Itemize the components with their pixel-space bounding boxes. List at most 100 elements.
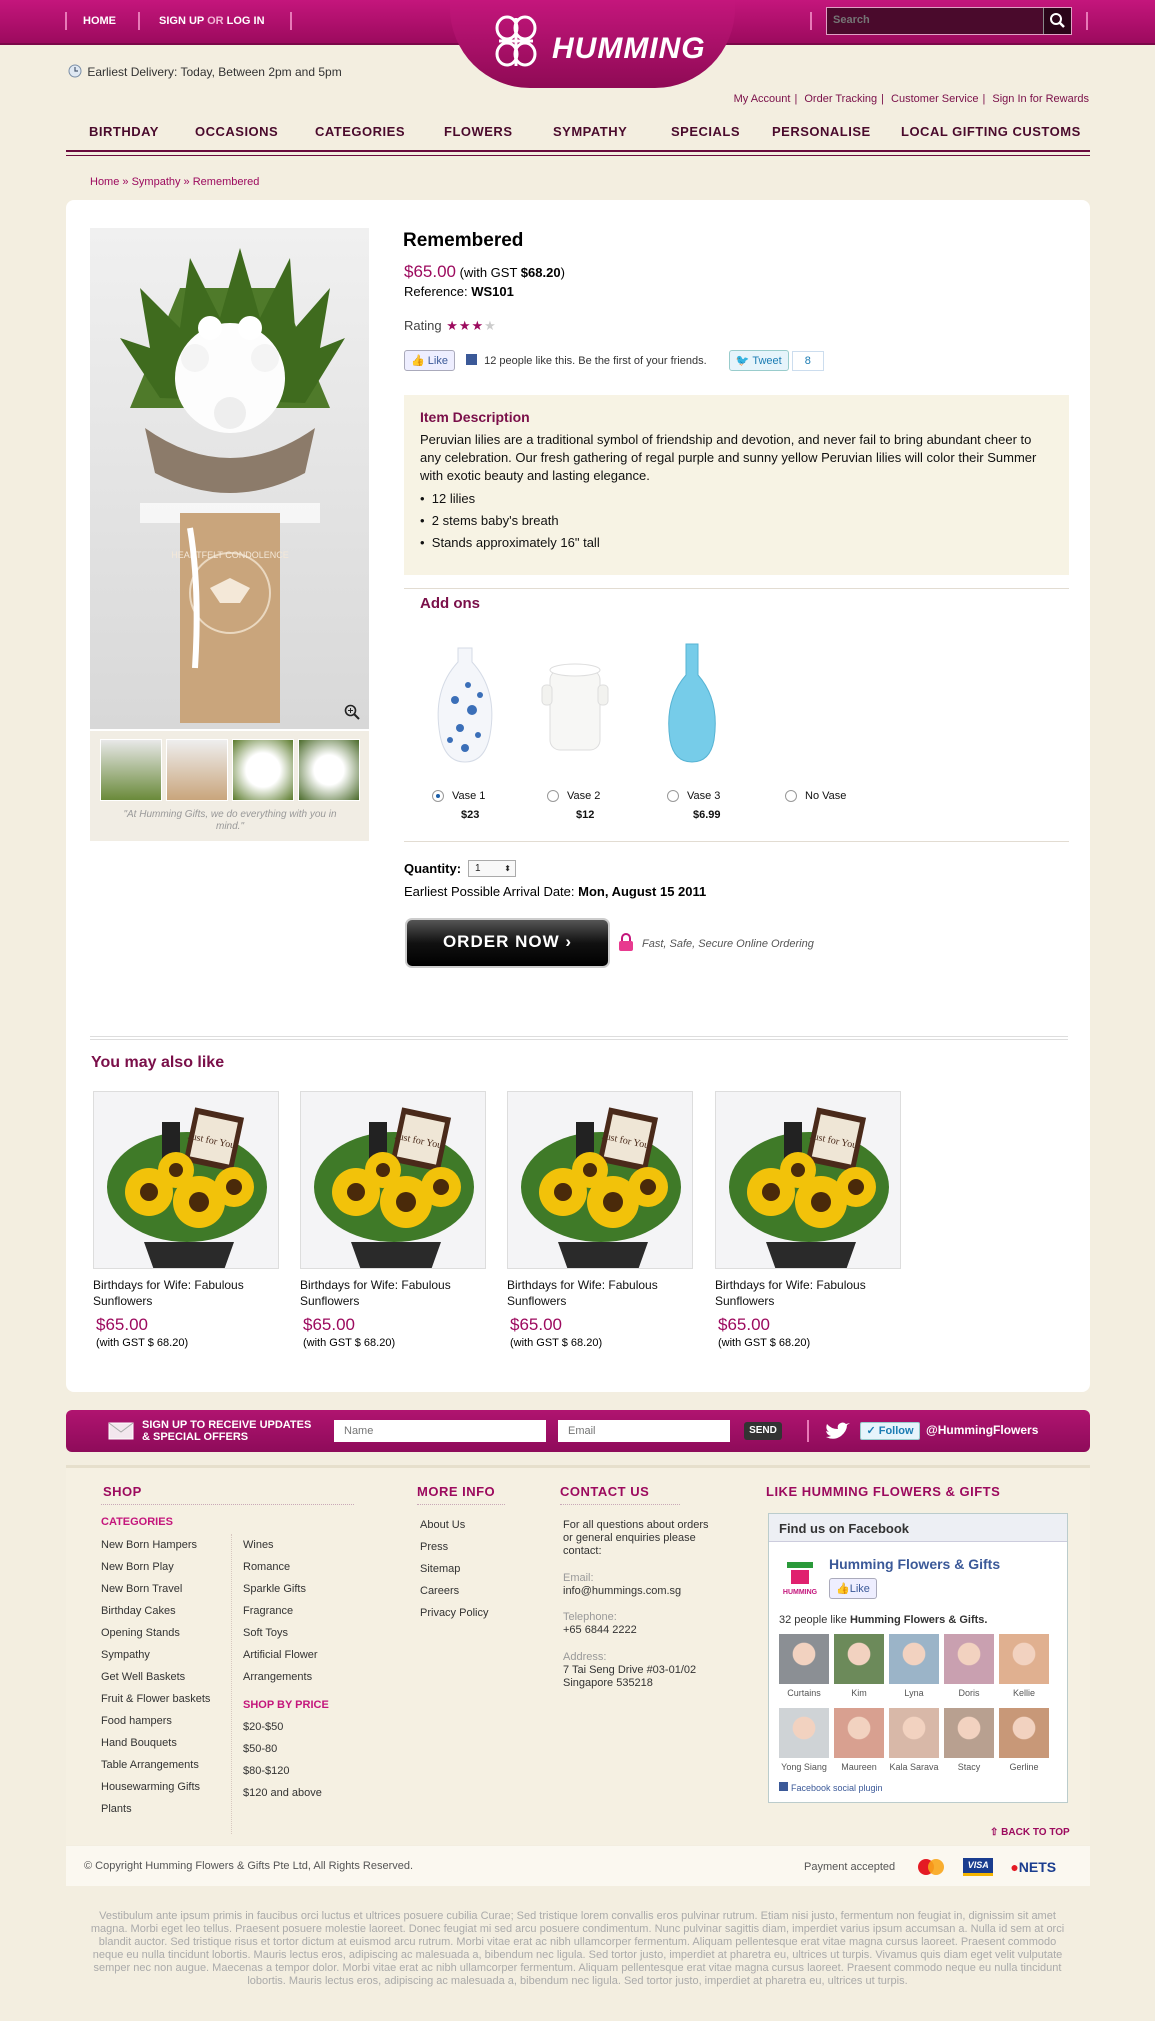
fan-avatar[interactable] (889, 1634, 939, 1684)
footer-category-link[interactable]: Sympathy (101, 1644, 210, 1666)
footer-info-link[interactable]: Sitemap (420, 1558, 488, 1580)
star-icon[interactable]: ★ (484, 318, 496, 334)
nav-sympathy[interactable]: SYMPATHY (553, 124, 627, 139)
footer-category-link[interactable]: Food hampers (101, 1710, 210, 1732)
breadcrumb-home[interactable]: Home (90, 176, 119, 188)
star-icon[interactable]: ★ (472, 318, 484, 334)
footer-info-link[interactable]: Press (420, 1536, 488, 1558)
nav-occasions[interactable]: OCCASIONS (195, 124, 278, 139)
fan-avatar[interactable] (779, 1634, 829, 1684)
product-image[interactable]: HEARTFELT CONDOLENCE (90, 228, 369, 729)
footer-price-link[interactable]: $20-$50 (243, 1716, 322, 1738)
vase-1-image[interactable] (420, 640, 510, 770)
email-input[interactable] (558, 1420, 730, 1442)
recommended-product-image[interactable]: Just for You (715, 1091, 901, 1269)
fan-avatar[interactable] (944, 1634, 994, 1684)
contact-email[interactable]: info@hummings.com.sg (563, 1585, 681, 1598)
fan-avatar[interactable] (834, 1708, 884, 1758)
radio-button[interactable] (432, 790, 444, 803)
recommended-product-image[interactable]: Just for You (93, 1091, 279, 1269)
footer-info-link[interactable]: Careers (420, 1580, 488, 1602)
footer-category-link[interactable]: Soft Toys (243, 1622, 318, 1644)
fan-avatar[interactable] (999, 1634, 1049, 1684)
thumbnail[interactable] (232, 739, 294, 801)
fb-page-name[interactable]: Humming Flowers & Gifts (829, 1556, 1000, 1572)
twitter-handle[interactable]: @HummingFlowers (926, 1423, 1038, 1437)
fan-avatar[interactable] (999, 1708, 1049, 1758)
fan-avatar[interactable] (889, 1708, 939, 1758)
order-tracking-link[interactable]: Order Tracking (804, 93, 877, 105)
footer-category-link[interactable]: Hand Bouquets (101, 1732, 210, 1754)
footer-category-link[interactable]: Wines (243, 1534, 318, 1556)
footer-price-link[interactable]: $50-80 (243, 1738, 322, 1760)
footer-category-link[interactable]: Opening Stands (101, 1622, 210, 1644)
fb-like-button[interactable]: 👍 Like (404, 350, 455, 371)
vase-2-image[interactable] (530, 640, 620, 770)
footer-category-link[interactable]: Birthday Cakes (101, 1600, 210, 1622)
name-input[interactable] (334, 1420, 546, 1442)
home-link[interactable]: HOME (83, 15, 116, 27)
footer-category-link[interactable]: New Born Play (101, 1556, 210, 1578)
fan-avatar[interactable] (944, 1708, 994, 1758)
footer-info-link[interactable]: About Us (420, 1514, 488, 1536)
vase-1-option[interactable]: Vase 1 (432, 790, 485, 803)
vase-3-option[interactable]: Vase 3 (667, 790, 720, 803)
footer-category-link[interactable]: Get Well Baskets (101, 1666, 210, 1688)
vase-2-option[interactable]: Vase 2 (547, 790, 600, 803)
customer-service-link[interactable]: Customer Service (891, 93, 978, 105)
no-vase-option[interactable]: No Vase (785, 790, 846, 803)
zoom-icon[interactable] (344, 704, 360, 720)
breadcrumb-sympathy[interactable]: Sympathy (132, 176, 181, 188)
star-icon[interactable]: ★ (459, 318, 471, 334)
recommended-product-image[interactable]: Just for You (507, 1091, 693, 1269)
rewards-signin-link[interactable]: Sign In for Rewards (992, 93, 1089, 105)
fan-avatar[interactable] (779, 1708, 829, 1758)
fb-page-logo[interactable]: HUMMING (779, 1556, 821, 1598)
footer-category-link[interactable]: Fragrance (243, 1600, 318, 1622)
nav-categories[interactable]: CATEGORIES (315, 124, 405, 139)
twitter-bird-icon[interactable] (824, 1422, 850, 1442)
nav-flowers[interactable]: FLOWERS (444, 124, 513, 139)
recommended-product-name[interactable]: Birthdays for Wife: Fabulous Sunflowers (715, 1277, 901, 1309)
thumbnail[interactable] (166, 739, 228, 801)
brand-name[interactable]: HUMMING (552, 32, 706, 66)
recommended-product-name[interactable]: Birthdays for Wife: Fabulous Sunflowers (300, 1277, 486, 1309)
nav-local-gifting-customs[interactable]: LOCAL GIFTING CUSTOMS (901, 124, 1081, 139)
footer-category-link[interactable]: Table Arrangements (101, 1754, 210, 1776)
send-button[interactable]: SEND (744, 1422, 782, 1440)
search-input[interactable] (833, 14, 1033, 26)
quantity-select[interactable]: 1 ⬍ (468, 860, 516, 877)
nav-birthday[interactable]: BIRTHDAY (89, 124, 159, 139)
signup-link[interactable]: SIGN UP (159, 15, 204, 27)
thumbnail[interactable] (100, 739, 162, 801)
radio-button[interactable] (667, 790, 679, 803)
radio-button[interactable] (547, 790, 559, 803)
nav-personalise[interactable]: PERSONALISE (772, 124, 871, 139)
fan-avatar[interactable] (834, 1634, 884, 1684)
order-now-button[interactable]: ORDER NOW › (405, 918, 610, 968)
footer-category-link[interactable]: Sparkle Gifts (243, 1578, 318, 1600)
search-button[interactable] (1043, 8, 1071, 34)
logo-icon[interactable] (485, 10, 547, 72)
recommended-product-name[interactable]: Birthdays for Wife: Fabulous Sunflowers (93, 1277, 279, 1309)
recommended-product-image[interactable]: Just for You (300, 1091, 486, 1269)
footer-category-link[interactable]: Fruit & Flower baskets (101, 1688, 210, 1710)
footer-category-link[interactable]: Artificial Flower (243, 1644, 318, 1666)
back-to-top-link[interactable]: ⇧ BACK TO TOP (990, 1827, 1070, 1838)
footer-category-link[interactable]: Romance (243, 1556, 318, 1578)
footer-category-link[interactable]: New Born Hampers (101, 1534, 210, 1556)
recommended-product-name[interactable]: Birthdays for Wife: Fabulous Sunflowers (507, 1277, 693, 1309)
footer-category-link[interactable]: Housewarming Gifts (101, 1776, 210, 1798)
my-account-link[interactable]: My Account (734, 93, 791, 105)
nav-specials[interactable]: SPECIALS (671, 124, 740, 139)
footer-category-link[interactable]: Plants (101, 1798, 210, 1820)
vase-3-image[interactable] (648, 640, 738, 770)
thumbnail[interactable] (298, 739, 360, 801)
footer-category-link[interactable]: New Born Travel (101, 1578, 210, 1600)
twitter-follow-button[interactable]: ✓ Follow (860, 1422, 920, 1440)
footer-price-link[interactable]: $120 and above (243, 1782, 322, 1804)
star-icon[interactable]: ★ (446, 318, 458, 334)
footer-price-link[interactable]: $80-$120 (243, 1760, 322, 1782)
tweet-button[interactable]: 🐦 Tweet (728, 350, 789, 371)
fb-page-like-button[interactable]: 👍Like (829, 1578, 877, 1599)
